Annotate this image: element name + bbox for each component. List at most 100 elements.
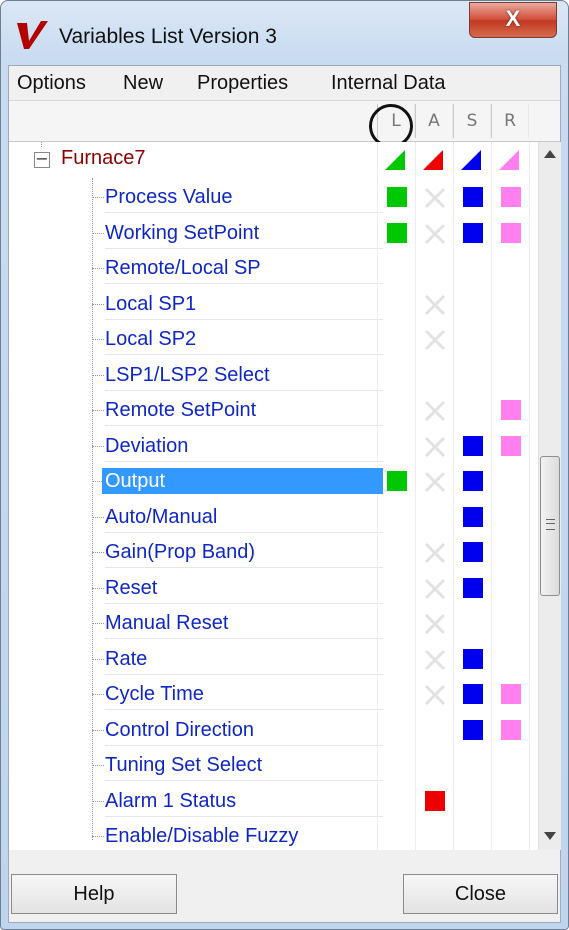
scroll-up-icon[interactable] bbox=[544, 150, 556, 158]
l-flag-green[interactable] bbox=[387, 187, 407, 207]
disabled-x-icon bbox=[424, 578, 446, 599]
l-green-triangle-icon bbox=[385, 150, 405, 170]
disabled-x-icon bbox=[424, 542, 446, 564]
tree-item[interactable]: Rate bbox=[9, 640, 537, 676]
r-flag-pink[interactable] bbox=[501, 684, 521, 704]
tree-branch-line bbox=[92, 303, 104, 305]
tree-branch-line bbox=[92, 374, 104, 376]
tree-item[interactable]: Remote SetPoint bbox=[9, 391, 537, 427]
tree-branch-line bbox=[92, 623, 104, 624]
tree-item[interactable]: Working SetPoint bbox=[9, 214, 537, 250]
tree-item-label[interactable]: Tuning Set Select bbox=[104, 752, 266, 778]
tree-item[interactable]: Alarm 1 Status bbox=[9, 782, 537, 818]
a-flag-red[interactable] bbox=[425, 790, 445, 811]
column-header-s[interactable]: S bbox=[453, 104, 491, 138]
tree-item[interactable]: Gain(Prop Band) bbox=[9, 533, 537, 569]
s-flag-blue[interactable] bbox=[463, 471, 483, 491]
s-flag-blue[interactable] bbox=[463, 719, 483, 740]
r-pink-triangle-icon bbox=[499, 150, 519, 170]
variables-tree[interactable]: − Furnace7 Process Value Working SetPoint… bbox=[9, 142, 560, 850]
tree-branch-line bbox=[92, 836, 104, 837]
s-flag-blue[interactable] bbox=[463, 542, 483, 562]
tree-item-label[interactable]: Cycle Time bbox=[104, 681, 208, 707]
tree-item[interactable]: Cycle Time bbox=[9, 675, 537, 711]
s-flag-blue[interactable] bbox=[463, 187, 483, 207]
tree-item-label[interactable]: Local SP1 bbox=[104, 291, 200, 317]
tree-root-connector bbox=[41, 142, 42, 147]
s-flag-blue[interactable] bbox=[463, 222, 483, 243]
collapse-icon[interactable]: − bbox=[34, 149, 50, 168]
tree-item-label[interactable]: Manual Reset bbox=[104, 610, 232, 636]
s-flag-blue[interactable] bbox=[463, 684, 483, 704]
tree-root-row[interactable]: − Furnace7 bbox=[9, 142, 537, 178]
tree-item[interactable]: Reset bbox=[9, 569, 537, 605]
tree-item-label[interactable]: Remote SetPoint bbox=[104, 397, 260, 423]
tree-item-label[interactable]: Rate bbox=[104, 646, 151, 672]
tree-item[interactable]: Auto/Manual bbox=[9, 498, 537, 534]
menu-new[interactable]: New bbox=[123, 72, 163, 95]
menu-internal-data[interactable]: Internal Data bbox=[331, 72, 446, 95]
tree-item[interactable]: Process Value bbox=[9, 178, 537, 214]
menu-options[interactable]: Options bbox=[17, 72, 86, 95]
tree-item-label[interactable]: Output bbox=[102, 468, 383, 494]
r-flag-pink[interactable] bbox=[501, 400, 521, 420]
disabled-x-icon bbox=[424, 649, 446, 670]
l-flag-green[interactable] bbox=[387, 222, 407, 243]
column-header-bar: L A S R bbox=[9, 101, 560, 142]
tree-item[interactable]: Output bbox=[9, 462, 537, 498]
tree-item-label[interactable]: Local SP2 bbox=[104, 326, 200, 352]
tree-branch-line bbox=[92, 232, 104, 234]
tree-item-label[interactable]: Auto/Manual bbox=[104, 504, 221, 530]
tree-item[interactable]: Remote/Local SP bbox=[9, 249, 537, 285]
tree-item[interactable]: Deviation bbox=[9, 427, 537, 463]
tree-item-label[interactable]: Working SetPoint bbox=[104, 220, 263, 246]
tree-branch-line bbox=[92, 800, 104, 802]
tree-item[interactable]: Tuning Set Select bbox=[9, 746, 537, 782]
tree-item[interactable]: Local SP1 bbox=[9, 285, 537, 321]
tree-item[interactable]: LSP1/LSP2 Select bbox=[9, 356, 537, 392]
close-icon: X bbox=[505, 6, 521, 31]
tree-item-label[interactable]: LSP1/LSP2 Select bbox=[104, 362, 274, 388]
tree-item[interactable]: Enable/Disable Fuzzy bbox=[9, 817, 537, 850]
scrollbar-thumb[interactable] bbox=[540, 456, 560, 596]
s-flag-blue[interactable] bbox=[463, 506, 483, 527]
client-area: Options New Properties Internal Data L A… bbox=[8, 65, 561, 923]
window-close-button[interactable]: X bbox=[469, 2, 557, 38]
column-header-r[interactable]: R bbox=[491, 104, 529, 138]
help-button[interactable]: Help bbox=[11, 874, 177, 914]
collapse-glyph: − bbox=[35, 149, 49, 168]
tree-item-label[interactable]: Process Value bbox=[104, 184, 236, 210]
r-flag-pink[interactable] bbox=[501, 719, 521, 740]
title-bar[interactable]: Variables List Version 3 X bbox=[1, 1, 568, 65]
tree-item-label[interactable]: Remote/Local SP bbox=[104, 255, 265, 281]
tree-item-label[interactable]: Control Direction bbox=[104, 717, 258, 743]
scroll-down-icon[interactable] bbox=[544, 832, 556, 840]
disabled-x-icon bbox=[424, 684, 446, 706]
s-flag-blue[interactable] bbox=[463, 648, 483, 669]
tree-item-label[interactable]: Deviation bbox=[104, 433, 192, 459]
tree-item-label[interactable]: Enable/Disable Fuzzy bbox=[104, 823, 302, 849]
tree-item[interactable]: Manual Reset bbox=[9, 604, 537, 640]
menu-properties[interactable]: Properties bbox=[197, 72, 288, 95]
tree-branch-line bbox=[92, 197, 104, 198]
r-flag-pink[interactable] bbox=[501, 187, 521, 207]
tree-branch-line bbox=[92, 552, 104, 553]
tree-item-label[interactable]: Alarm 1 Status bbox=[104, 788, 240, 814]
tree-item[interactable]: Control Direction bbox=[9, 711, 537, 747]
r-flag-pink[interactable] bbox=[501, 435, 521, 456]
close-button[interactable]: Close bbox=[403, 874, 558, 914]
tree-branch-line bbox=[92, 410, 104, 411]
column-header-a[interactable]: A bbox=[415, 104, 453, 138]
app-logo-icon bbox=[17, 21, 48, 49]
tree-branch-line bbox=[92, 694, 104, 695]
tree-item[interactable]: Local SP2 bbox=[9, 320, 537, 356]
s-flag-blue[interactable] bbox=[463, 435, 483, 456]
s-flag-blue[interactable] bbox=[463, 577, 483, 598]
l-flag-green[interactable] bbox=[387, 471, 407, 491]
s-blue-triangle-icon bbox=[461, 150, 481, 170]
r-flag-pink[interactable] bbox=[501, 222, 521, 243]
tree-root-label[interactable]: Furnace7 bbox=[61, 147, 146, 170]
tree-item-label[interactable]: Gain(Prop Band) bbox=[104, 539, 259, 565]
vertical-scrollbar[interactable] bbox=[538, 142, 561, 850]
tree-item-label[interactable]: Reset bbox=[104, 575, 161, 601]
